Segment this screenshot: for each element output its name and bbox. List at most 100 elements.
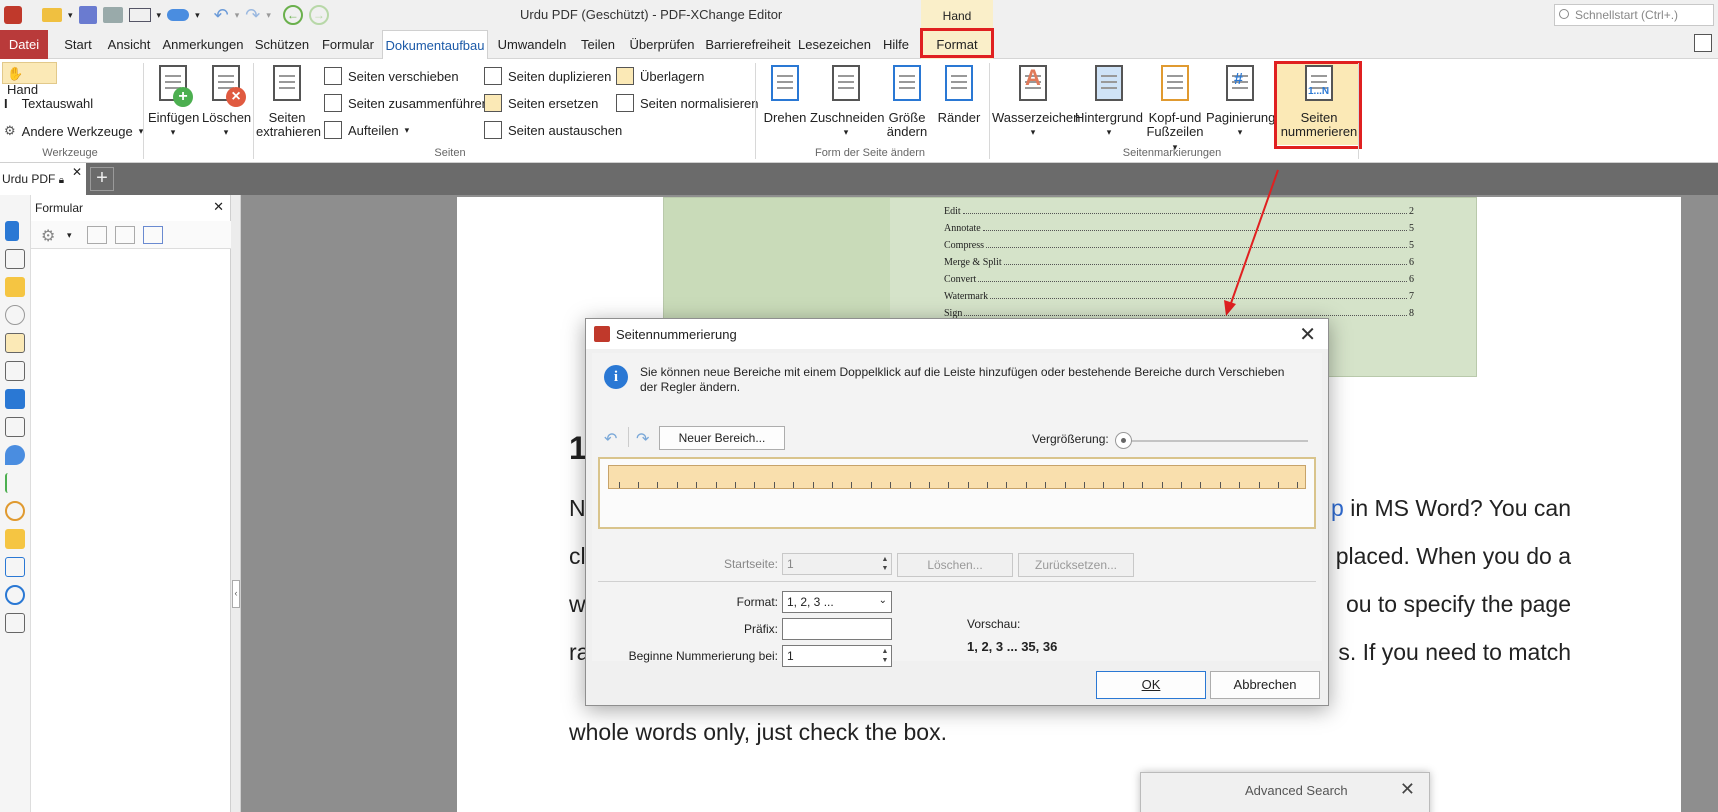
start-page-input[interactable]: 1 ▲ ▼ xyxy=(782,553,892,575)
email-dropdown-icon[interactable]: ▾ xyxy=(157,10,162,21)
collapse-panel-icon[interactable]: ‹ xyxy=(232,580,240,608)
undo-icon[interactable]: ↶ xyxy=(214,5,229,26)
split-button[interactable]: Aufteilen ▾ xyxy=(324,121,409,139)
resize-button[interactable]: Größe ändern xyxy=(882,63,932,139)
page-tick xyxy=(1045,482,1046,488)
tab-umwandeln[interactable]: Umwandeln xyxy=(494,30,570,59)
tab-formular[interactable]: Formular xyxy=(318,30,378,59)
tab-anmerkungen[interactable]: Anmerkungen xyxy=(160,30,246,59)
swap-pages-button[interactable]: Seiten austauschen xyxy=(484,121,622,139)
cloud-dropdown-icon[interactable]: ▾ xyxy=(195,10,200,21)
ok-button[interactable]: OK xyxy=(1096,671,1206,699)
duplicate-pages-button[interactable]: Seiten duplizieren xyxy=(484,67,611,85)
print-icon[interactable] xyxy=(102,7,123,23)
hand-tool-button[interactable]: ✋ Hand xyxy=(2,62,57,97)
reset-button[interactable]: Zurücksetzen... xyxy=(1018,553,1134,577)
cloud-icon[interactable] xyxy=(167,9,190,21)
tab-ansicht[interactable]: Ansicht xyxy=(104,30,154,59)
quick-launch-search[interactable]: Schnellstart (Ctrl+.) xyxy=(1554,4,1714,26)
spinner-icon[interactable]: ▲ ▼ xyxy=(880,647,890,665)
reading-order-icon[interactable] xyxy=(5,613,25,633)
back-icon[interactable]: ← xyxy=(282,5,303,25)
forms-icon[interactable] xyxy=(5,333,25,353)
normalize-pages-button[interactable]: Seiten normalisieren xyxy=(616,94,759,112)
delete-range-button[interactable]: Löschen... xyxy=(897,553,1013,577)
align-icon[interactable] xyxy=(115,226,135,244)
tab-teilen[interactable]: Teilen xyxy=(576,30,620,59)
structure-icon[interactable] xyxy=(5,473,25,493)
ribbon-options-icon[interactable] xyxy=(1694,34,1712,52)
range-editor[interactable] xyxy=(598,457,1316,529)
redo-dropdown-icon[interactable]: ▾ xyxy=(266,10,271,21)
toc-line: Annotate 5 xyxy=(944,223,1414,234)
close-dialog-icon[interactable]: ✕ xyxy=(1299,322,1316,347)
watermark-button[interactable]: A Wasserzeichen ▾ xyxy=(992,63,1081,139)
spinner-icon[interactable]: ▲ ▼ xyxy=(880,555,890,573)
tab-barrierefreiheit[interactable]: Barrierefreiheit xyxy=(704,30,792,59)
watermark-label: Wasserzeichen xyxy=(992,110,1081,125)
new-tab-button[interactable]: + xyxy=(90,167,114,191)
thumbnails-icon[interactable] xyxy=(5,249,25,269)
format-select[interactable]: 1, 2, 3 ... ⌄ xyxy=(782,591,892,613)
redo-icon[interactable]: ↷ xyxy=(636,429,649,449)
background-button[interactable]: Hintergrund ▾ xyxy=(1074,63,1144,139)
zoom-slider-track[interactable] xyxy=(1120,440,1308,442)
content-icon[interactable] xyxy=(5,417,25,437)
attachments-icon[interactable] xyxy=(5,305,25,325)
form-tools-gear-icon[interactable]: ⚙ xyxy=(41,226,61,245)
replace-pages-button[interactable]: Seiten ersetzen xyxy=(484,94,598,112)
rotate-button[interactable]: Drehen xyxy=(760,63,810,125)
new-range-button[interactable]: Neuer Bereich... xyxy=(659,426,785,450)
panel-splitter[interactable]: ‹ xyxy=(231,195,241,812)
tags-icon[interactable] xyxy=(5,529,25,549)
start-numbering-input[interactable]: 1 ▲ ▼ xyxy=(782,645,892,667)
tab-start[interactable]: Start xyxy=(58,30,98,59)
bates-button[interactable]: # Paginierung ▾ xyxy=(1206,63,1275,139)
links-icon[interactable] xyxy=(5,501,25,521)
tab-lesezeichen[interactable]: Lesezeichen xyxy=(798,30,871,59)
open-folder-icon[interactable] xyxy=(42,8,62,22)
tab-datei[interactable]: Datei xyxy=(0,30,48,59)
insert-pages-button[interactable]: + Einfügen ▾ xyxy=(148,63,199,139)
field-properties-icon[interactable] xyxy=(143,226,163,244)
chevron-down-icon[interactable]: ▾ xyxy=(67,230,87,248)
forward-icon[interactable]: → xyxy=(308,5,329,25)
comments-icon[interactable] xyxy=(5,277,25,297)
email-icon[interactable] xyxy=(128,8,151,22)
tab-dokumentaufbau[interactable]: Dokumentaufbau xyxy=(382,30,488,60)
text-select-button[interactable]: I Textauswahl xyxy=(4,96,93,111)
tab-ueberpruefen[interactable]: Überprüfen xyxy=(626,30,698,59)
zoom-slider-handle[interactable] xyxy=(1115,432,1132,449)
move-pages-button[interactable]: Seiten verschieben xyxy=(324,67,459,85)
tab-schuetzen[interactable]: Schützen xyxy=(252,30,312,59)
overlay-button[interactable]: Überlagern xyxy=(616,67,704,85)
header-footer-button[interactable]: Kopf-und Fußzeilen ▾ xyxy=(1144,63,1206,154)
crop-button[interactable]: Zuschneiden ▾ xyxy=(810,63,884,139)
undo-icon[interactable]: ↶ xyxy=(604,429,617,449)
arrange-icon[interactable] xyxy=(87,226,107,244)
margins-button[interactable]: Ränder xyxy=(934,63,984,125)
layers-icon[interactable] xyxy=(5,389,25,409)
undo-dropdown-icon[interactable]: ▾ xyxy=(235,10,240,21)
start-numbering-label: Beginne Nummerierung bei: xyxy=(628,649,778,663)
redo-icon[interactable]: ↷ xyxy=(245,5,260,26)
close-panel-icon[interactable]: ✕ xyxy=(213,199,224,215)
save-icon[interactable] xyxy=(78,6,97,24)
page-range-bar[interactable] xyxy=(608,465,1306,489)
extract-pages-button[interactable]: Seiten extrahieren xyxy=(256,63,321,139)
order-icon[interactable] xyxy=(5,557,25,577)
cancel-button[interactable]: Abbrechen xyxy=(1210,671,1320,699)
delete-pages-button[interactable]: × Löschen ▾ xyxy=(202,63,251,139)
other-tools-button[interactable]: ⚙ Andere Werkzeuge ▾ xyxy=(4,123,143,139)
close-tab-icon[interactable]: ✕ xyxy=(72,165,82,179)
document-tab[interactable]: Urdu PDF 🔒︎ ✕ xyxy=(0,163,86,195)
prefix-input[interactable] xyxy=(782,618,892,640)
open-dropdown-icon[interactable]: ▾ xyxy=(68,10,73,21)
bookmarks-icon[interactable] xyxy=(5,221,19,241)
destinations-icon[interactable] xyxy=(5,445,25,465)
tab-hilfe[interactable]: Hilfe xyxy=(876,30,916,59)
accessibility-icon[interactable] xyxy=(5,585,25,605)
signatures-icon[interactable] xyxy=(5,361,25,381)
merge-pages-button[interactable]: Seiten zusammenführen xyxy=(324,94,489,112)
cancel-label: Abbrechen xyxy=(1233,677,1297,692)
